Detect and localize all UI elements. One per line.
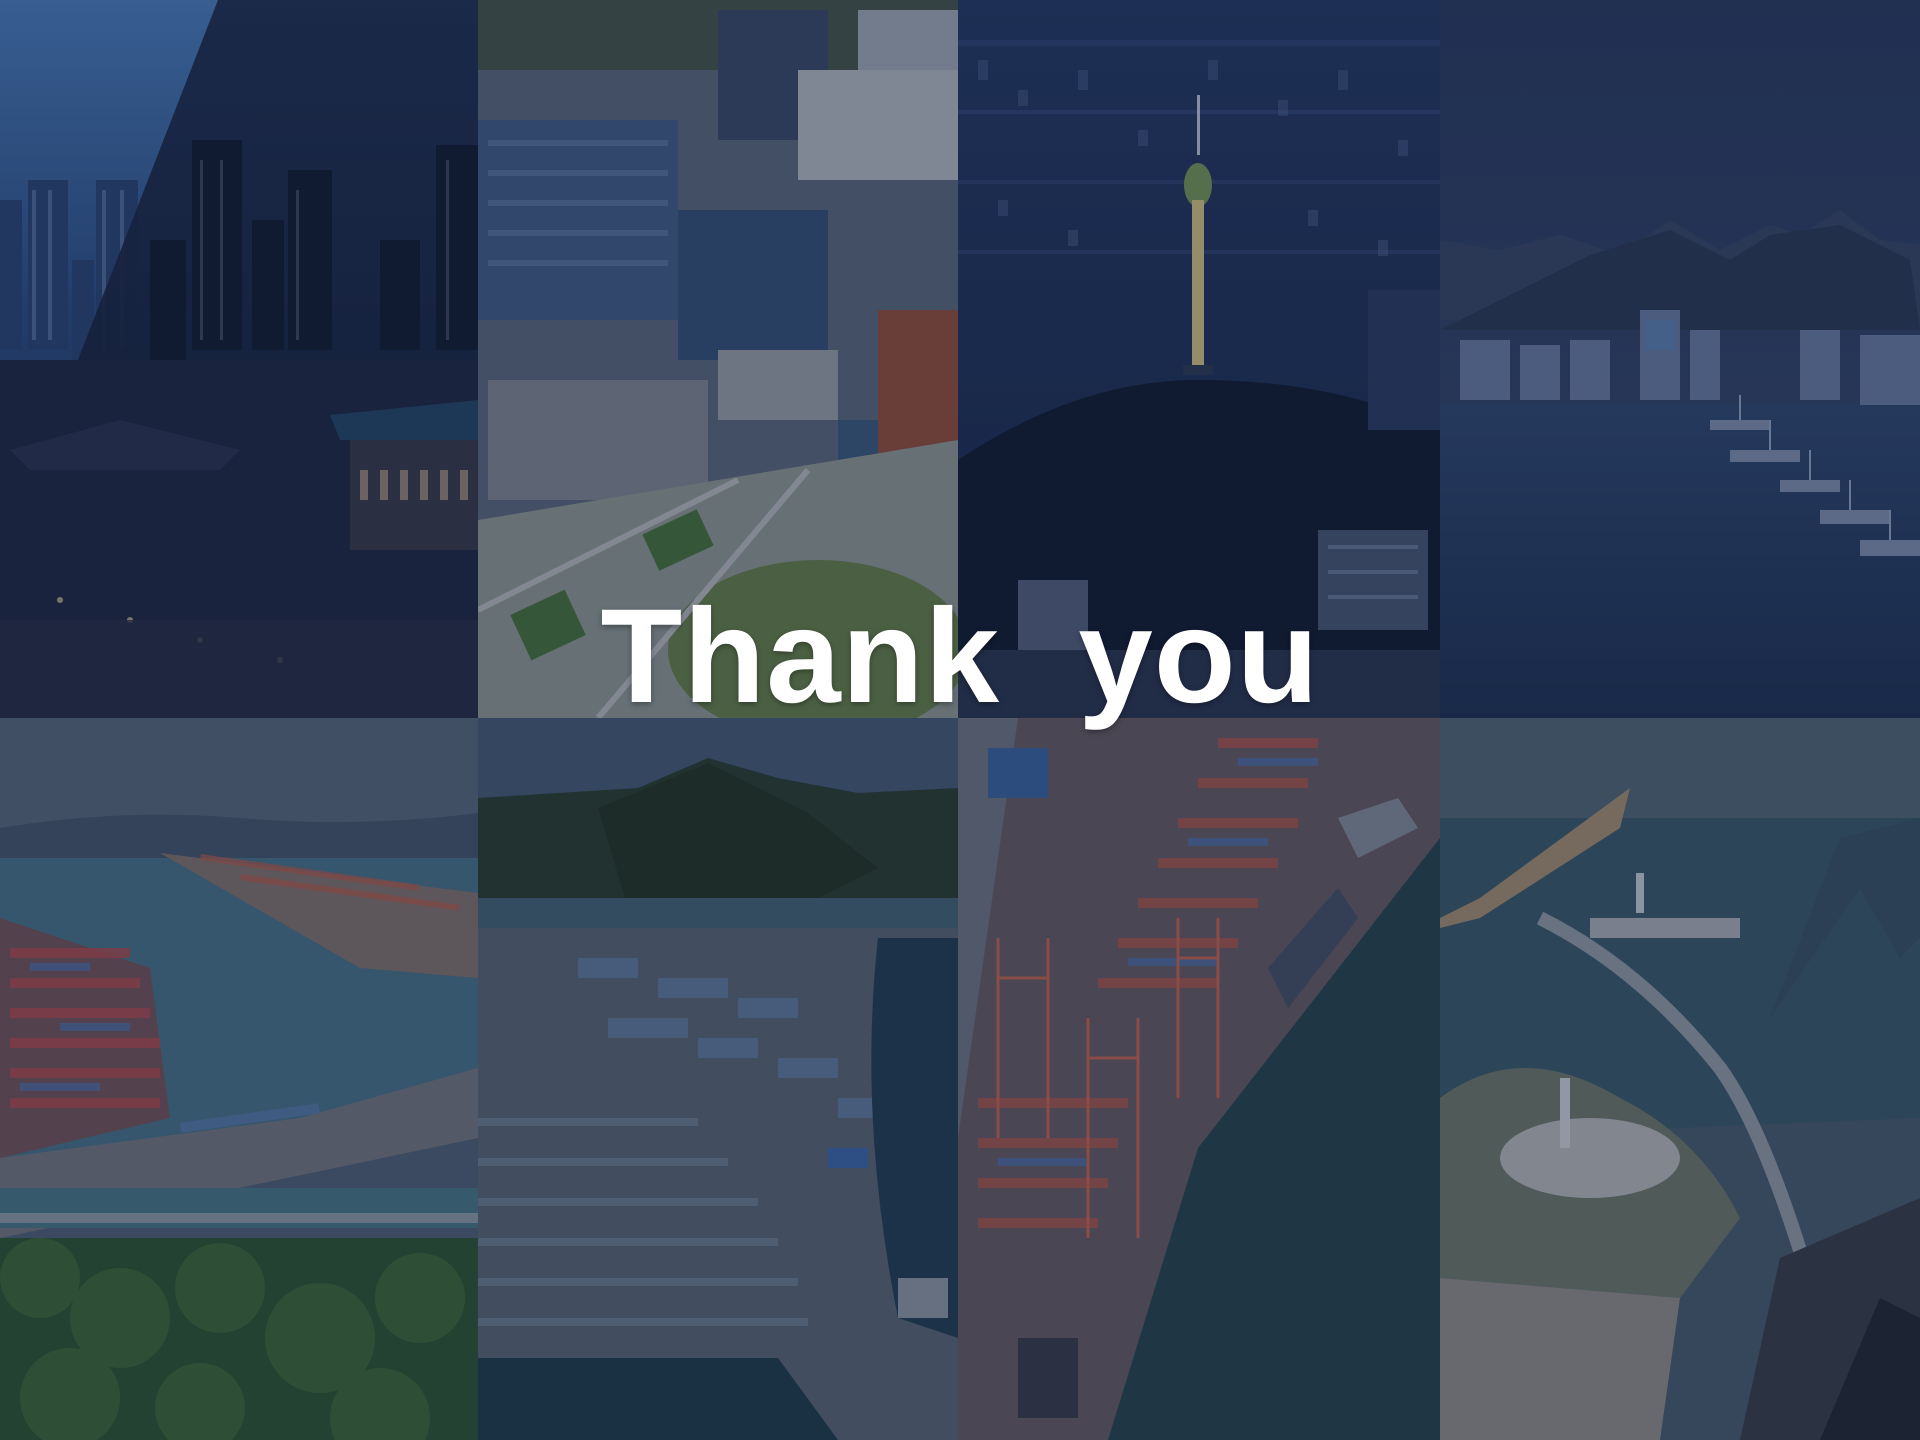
industrial-port-photo-icon: [478, 718, 958, 1440]
lighthouse-photo-icon: [1440, 718, 1920, 1440]
thank-you-slide: Thank you: [0, 0, 1920, 1440]
tile-breakwater-lighthouse: [1440, 718, 1920, 1440]
container-port-photo-icon: [0, 718, 478, 1440]
tile-industrial-port-aerial: [478, 718, 958, 1440]
slide-title: Thank you: [600, 582, 1320, 731]
tile-container-port-bay: [0, 718, 478, 1440]
tile-container-terminal: [958, 718, 1440, 1440]
container-terminal-photo-icon: [958, 718, 1440, 1440]
